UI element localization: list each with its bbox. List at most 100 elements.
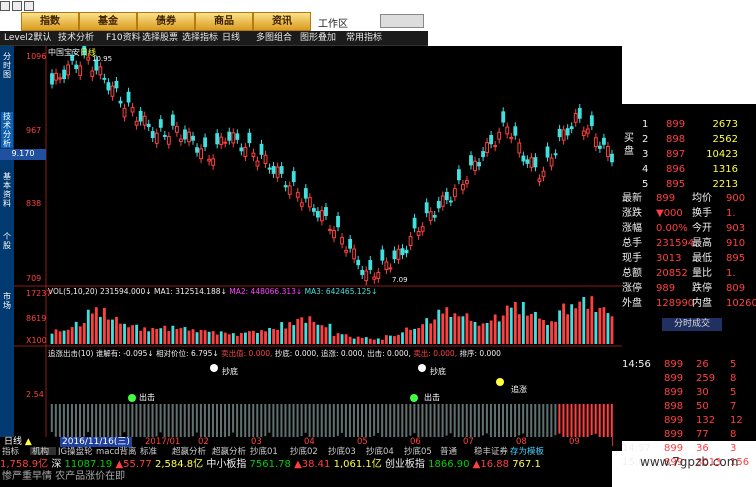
candle-body: [195, 147, 199, 153]
bond-button[interactable]: 债券: [137, 12, 195, 31]
toolbar-overlay[interactable]: 图形叠加: [300, 32, 336, 45]
indicator-bar: [58, 404, 61, 442]
side-tab-tech[interactable]: 技术分析: [1, 112, 13, 148]
volume-bar: [417, 327, 421, 344]
tick-cell: 132: [696, 415, 716, 426]
volume-bar: [558, 310, 562, 344]
tick-cell: 8: [730, 429, 737, 440]
volume-bar: [82, 322, 86, 344]
toolbar-select-stock[interactable]: 选择股票: [142, 32, 178, 45]
stock-app: 指数 基金 债券 商品 资讯 工作区 Level2默认 技术分析 F10资料 选…: [0, 0, 756, 487]
candle-body: [130, 107, 135, 113]
stat-label: 现手: [622, 253, 642, 264]
signal-face-icon: [410, 394, 418, 402]
stat-value: 895: [726, 253, 746, 264]
current-price-label: 9.170: [0, 149, 46, 160]
indicator-bar: [95, 404, 98, 442]
volume-bar: [485, 323, 489, 344]
toolbar-multi[interactable]: 多图组合: [256, 32, 292, 45]
indicator-bar: [79, 404, 82, 441]
chart-canvas[interactable]: [14, 40, 622, 451]
volume-bar: [586, 308, 590, 344]
candle-body: [444, 191, 449, 201]
indicator-bar: [260, 404, 263, 441]
volume-bar: [308, 316, 312, 344]
stat-label: 量比: [692, 268, 712, 279]
candle-body: [372, 276, 377, 280]
candle-body: [219, 136, 224, 145]
side-tab-market[interactable]: 市场: [1, 292, 13, 310]
volume-bar: [215, 334, 219, 344]
toolbar-common[interactable]: 常用指标: [346, 32, 382, 45]
volume-bar: [264, 331, 267, 344]
indicator-bar: [224, 404, 227, 441]
stat-value: 1.: [726, 268, 736, 279]
volume-bar: [409, 329, 412, 344]
indicator-bar: [373, 404, 376, 436]
toolbar-tech[interactable]: 技术分析: [58, 32, 94, 45]
volume-bar: [74, 321, 78, 344]
signal-face-icon: [418, 364, 426, 372]
toolbar-daily[interactable]: 日线: [222, 32, 240, 45]
candle-body: [585, 128, 590, 134]
ticks-tab[interactable]: 分时成交: [662, 318, 722, 331]
volume-bar: [123, 323, 126, 344]
candle-body: [74, 64, 79, 69]
news-ticker[interactable]: 惨严重早情 农产品涨价在即: [0, 469, 612, 487]
buy-volume: 2213: [712, 179, 738, 190]
volume-bar: [332, 335, 336, 344]
indicator-bar: [50, 404, 53, 432]
volume-bar: [397, 334, 400, 344]
left-sidebar: 分时图 技术分析 基本资料 个股 市场: [0, 46, 14, 451]
candle-body: [489, 134, 494, 145]
window-controls[interactable]: [380, 14, 424, 28]
volume-bar: [78, 326, 82, 344]
toolbar-f10[interactable]: F10资料: [106, 32, 141, 45]
window-icon[interactable]: [24, 1, 34, 11]
volume-bar: [473, 321, 477, 344]
fund-button[interactable]: 基金: [79, 12, 137, 31]
side-tab-stock[interactable]: 个股: [1, 232, 13, 250]
volume-bar: [429, 323, 433, 344]
side-tab-timeshare[interactable]: 分时图: [1, 52, 13, 79]
menu-icon[interactable]: [12, 1, 22, 11]
tick-cell: 26: [696, 359, 709, 370]
stat-label: 涨跌: [622, 208, 642, 219]
candle-body: [412, 217, 417, 229]
candle-body: [360, 270, 365, 275]
candle-body: [259, 143, 264, 155]
commodity-button[interactable]: 商品: [195, 12, 253, 31]
volume-bar: [393, 336, 396, 344]
indicator-bar: [54, 404, 57, 437]
candle-body: [255, 160, 260, 167]
candle-body: [203, 137, 208, 148]
volume-bar: [223, 332, 227, 344]
app-icon[interactable]: [0, 1, 10, 11]
date-label: 2016/11/16(三): [60, 437, 132, 447]
candle-body: [174, 125, 179, 133]
indicator-bar: [562, 404, 565, 439]
candle-body: [525, 159, 530, 164]
candle-body: [432, 215, 437, 218]
candle-body: [529, 157, 534, 168]
info-button[interactable]: 资讯: [253, 12, 311, 31]
side-tab-basic[interactable]: 基本资料: [1, 172, 13, 208]
chart-area[interactable]: 中国宝安日线 1096 967 838 709 9.170 10.95 7.09…: [0, 40, 622, 451]
volume-bar: [590, 296, 594, 344]
volume-bar: [159, 328, 163, 344]
candle-body: [602, 137, 606, 145]
tick-cell: 5: [730, 359, 737, 370]
volume-bar: [102, 307, 106, 344]
indicator-bar: [514, 404, 517, 440]
volume-bar: [280, 322, 284, 344]
indicator-bar: [485, 404, 488, 434]
toolbar-select-indicator[interactable]: 选择指标: [182, 32, 218, 45]
candle-body: [227, 131, 232, 141]
workspace-label[interactable]: 工作区: [318, 15, 348, 30]
volume-bar: [312, 321, 316, 344]
candle-body: [416, 231, 421, 236]
volume-bar: [111, 319, 114, 344]
candle-body: [243, 146, 248, 158]
toolbar-level2[interactable]: Level2默认: [4, 32, 51, 45]
index-button[interactable]: 指数: [21, 12, 79, 31]
